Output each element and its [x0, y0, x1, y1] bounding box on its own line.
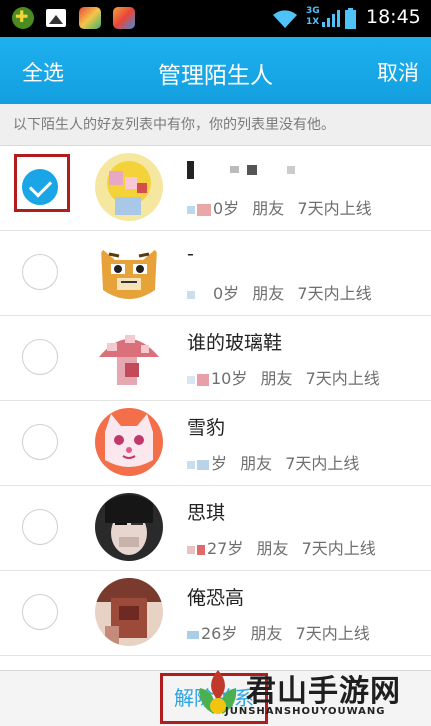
stranger-list: 0岁 朋友 7天内上线 - 0岁 朋友 7天内上线 谁的玻璃鞋 10岁 朋友 7… — [0, 146, 431, 656]
contact-name: 思琪 — [187, 502, 226, 524]
app-icon — [113, 7, 135, 29]
avatar — [95, 408, 163, 476]
list-item[interactable]: 0岁 朋友 7天内上线 — [0, 146, 431, 231]
avatar — [95, 578, 163, 646]
status-bar: 3G1X 18:45 — [0, 0, 431, 37]
bottom-bar: 解除关系 — [0, 670, 431, 726]
contact-meta: 0岁 朋友 7天内上线 — [187, 195, 372, 219]
list-item[interactable]: 思琪 27岁 朋友 7天内上线 — [0, 486, 431, 571]
cancel-button[interactable]: 取消 — [377, 57, 419, 87]
list-item[interactable]: 雪豹 岁 朋友 7天内上线 — [0, 401, 431, 486]
contact-name — [187, 158, 297, 180]
contact-name: 谁的玻璃鞋 — [187, 332, 283, 354]
contact-name: 俺恐高 — [187, 587, 245, 609]
battery-icon — [345, 8, 356, 29]
contact-meta: 26岁 朋友 7天内上线 — [187, 620, 370, 644]
remove-relation-button[interactable]: 解除关系 — [160, 673, 268, 724]
list-item[interactable]: - 0岁 朋友 7天内上线 — [0, 231, 431, 316]
checkbox[interactable] — [22, 339, 58, 375]
contact-meta: 0岁 朋友 7天内上线 — [187, 280, 372, 304]
contact-meta: 岁 朋友 7天内上线 — [187, 450, 359, 474]
checkbox[interactable] — [22, 254, 58, 290]
list-item[interactable]: 谁的玻璃鞋 10岁 朋友 7天内上线 — [0, 316, 431, 401]
status-time: 18:45 — [366, 6, 421, 28]
app-icon — [12, 7, 34, 29]
checkbox[interactable] — [22, 424, 58, 460]
page-title: 管理陌生人 — [158, 63, 273, 89]
avatar — [95, 238, 163, 306]
list-item[interactable]: 俺恐高 26岁 朋友 7天内上线 — [0, 571, 431, 656]
contact-name: 雪豹 — [187, 417, 226, 439]
avatar — [95, 153, 163, 221]
notice-text: 以下陌生人的好友列表中有你，你的列表里没有他。 — [0, 104, 431, 146]
contact-meta: 10岁 朋友 7天内上线 — [187, 365, 380, 389]
network-type: 3G 1X — [306, 6, 320, 27]
checkbox[interactable] — [22, 169, 58, 205]
avatar — [95, 323, 163, 391]
title-bar: 全选 管理陌生人 取消 — [0, 37, 431, 104]
checkbox[interactable] — [22, 594, 58, 630]
signal-icon — [322, 10, 340, 27]
checkbox[interactable] — [22, 509, 58, 545]
contact-meta: 27岁 朋友 7天内上线 — [187, 535, 376, 559]
wifi-icon — [273, 10, 297, 28]
avatar — [95, 493, 163, 561]
app-icon — [79, 7, 101, 29]
gallery-icon — [46, 9, 66, 27]
contact-name: - — [187, 243, 194, 265]
